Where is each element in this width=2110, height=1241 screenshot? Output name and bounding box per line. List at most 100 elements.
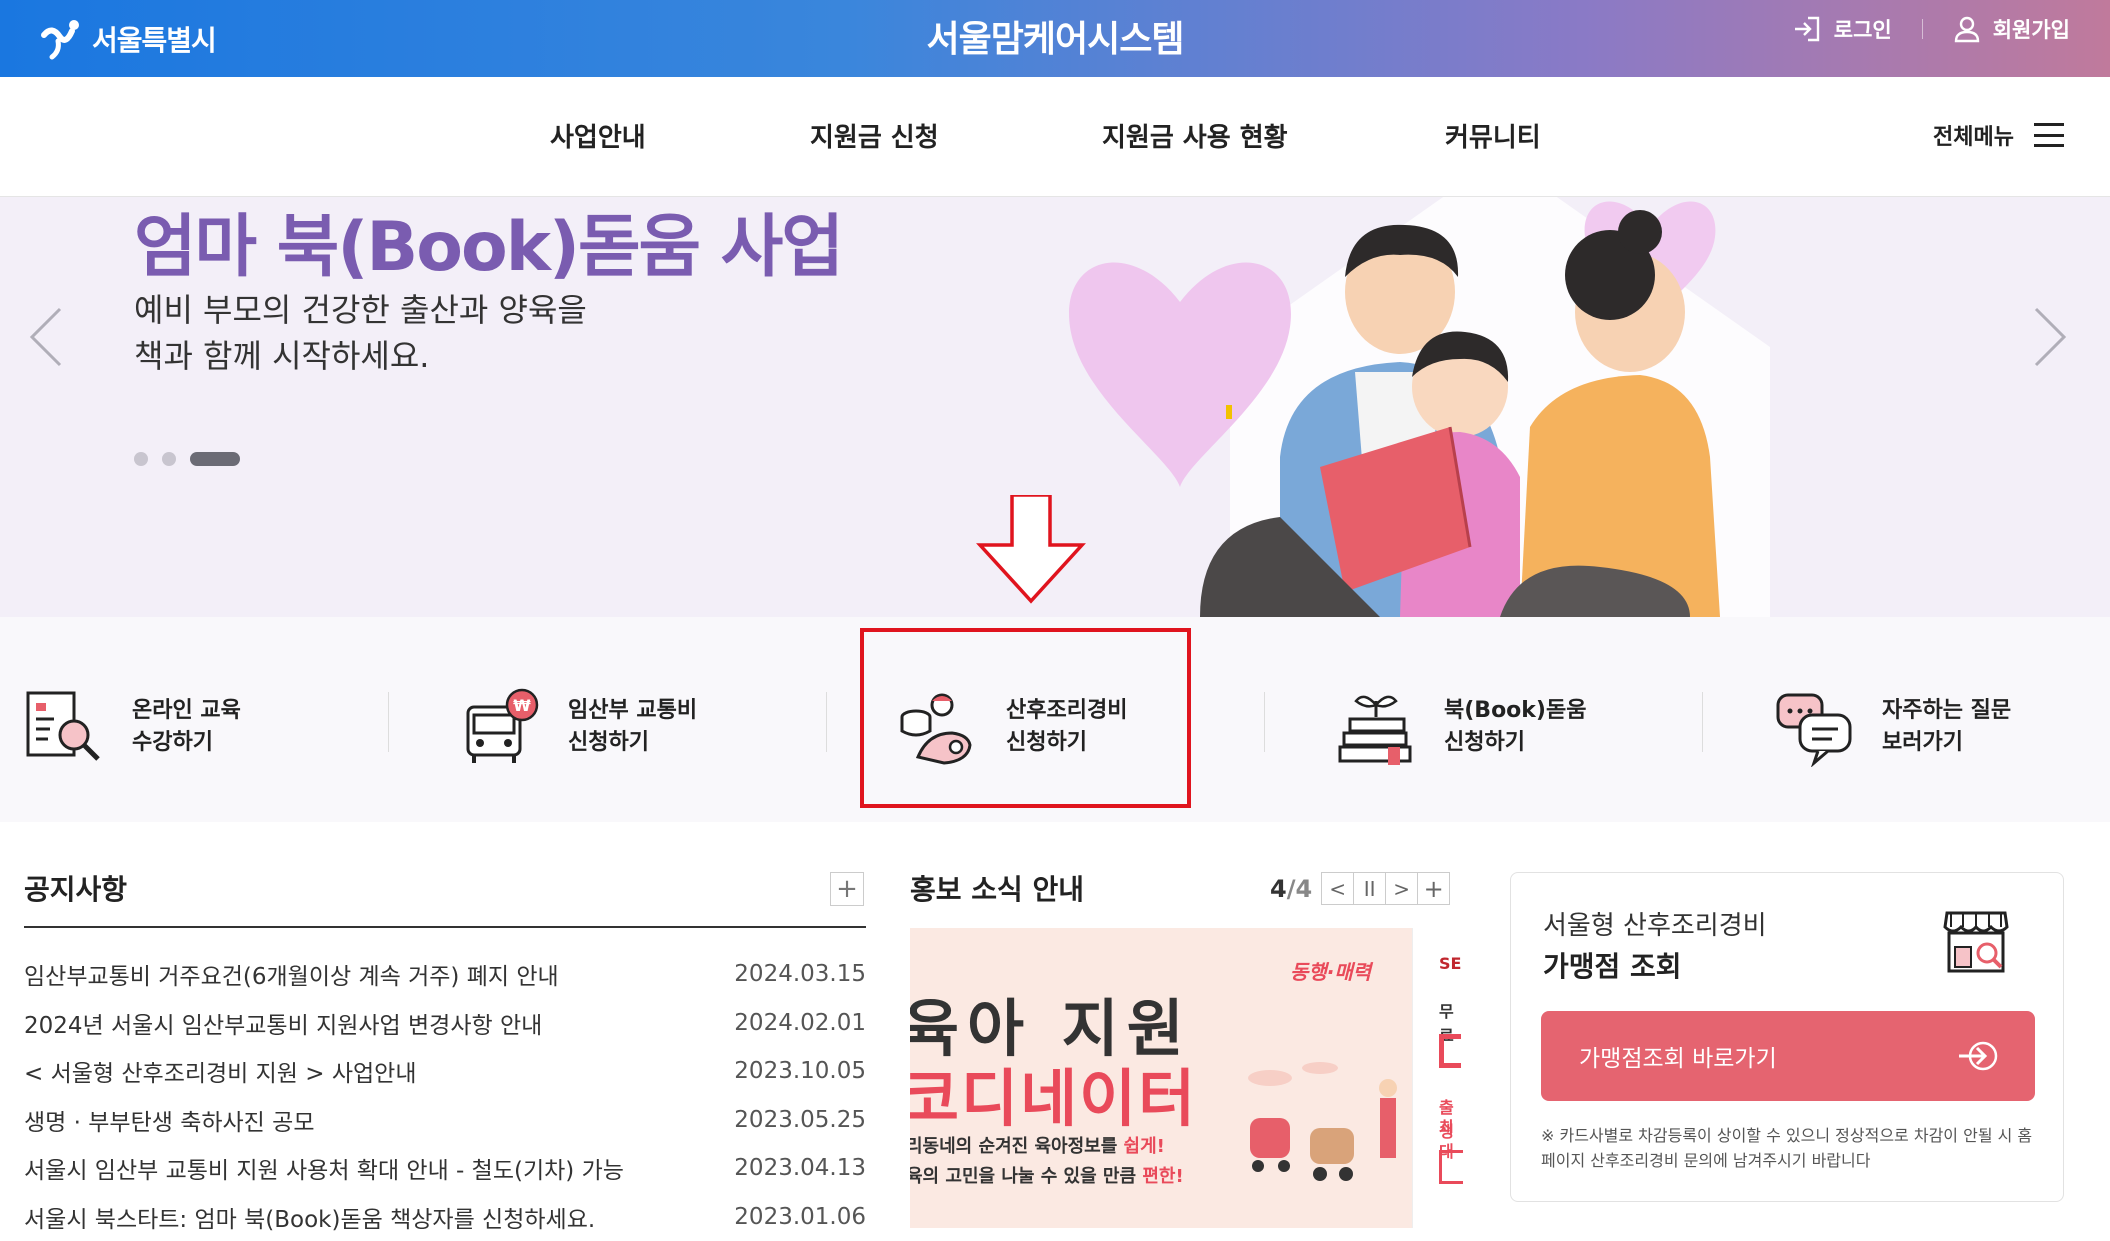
notice-more-button[interactable]: + xyxy=(830,872,864,906)
slide-dot-active[interactable] xyxy=(190,452,240,466)
main-nav: 사업안내 지원금 신청 지원금 사용 현황 커뮤니티 전체메뉴 xyxy=(0,77,2110,197)
notice-row-date: 2023.01.06 xyxy=(734,1204,866,1230)
quick-link-book-support[interactable]: 북(Book)돋움 신청하기 xyxy=(1336,677,1586,777)
slide-next-icon[interactable] xyxy=(2020,297,2080,377)
online-education-icon xyxy=(24,687,104,767)
store-lookup-button-label: 가맹점조회 바로가기 xyxy=(1579,1039,1777,1073)
auth-links: 로그인 회원가입 xyxy=(1792,14,2070,44)
auth-divider xyxy=(1922,19,1923,39)
quick-link-label: 임산부 교통비 신청하기 xyxy=(568,695,697,759)
promo-side-box xyxy=(1439,1150,1463,1184)
promo-current: 4 xyxy=(1270,875,1287,903)
store-search-icon xyxy=(1941,909,2011,975)
divider xyxy=(388,692,389,752)
slide-indicators xyxy=(134,452,240,466)
hero-subtitle-line2: 책과 함께 시작하세요. xyxy=(134,333,587,379)
slide-dot[interactable] xyxy=(134,452,148,466)
store-lookup-title2: 가맹점 조회 xyxy=(1543,945,1682,985)
notice-row-title: 생명 · 부부탄생 축하사진 공모 xyxy=(24,1103,314,1137)
slide-dot[interactable] xyxy=(162,452,176,466)
notice-row-title: < 서울형 산후조리경비 지원 > 사업안내 xyxy=(24,1054,417,1088)
notice-row-date: 2023.05.25 xyxy=(734,1107,866,1133)
faq-chat-icon xyxy=(1774,687,1854,767)
promo-banner-text2b: 편한! xyxy=(1142,1166,1183,1187)
top-bar: 서울특별시 서울맘케어시스템 로그인 회원가입 xyxy=(0,0,2110,77)
signup-label: 회원가입 xyxy=(1993,14,2070,44)
notice-section: 공지사항 xyxy=(24,868,866,908)
quick-link-faq[interactable]: 자주하는 질문 보러가기 xyxy=(1774,677,2011,777)
stroller-illustration xyxy=(1230,1048,1430,1198)
quick-link-bus-fare[interactable]: ₩ 임산부 교통비 신청하기 xyxy=(460,677,697,777)
promo-side-mark xyxy=(1439,1034,1461,1068)
all-menu-button[interactable]: 전체메뉴 xyxy=(1933,119,2064,151)
notice-divider xyxy=(24,926,866,928)
quick-link-line1: 온라인 교육 xyxy=(132,695,241,727)
promo-side-strip: SE 무료 출생 최대 xyxy=(1412,928,1464,1228)
notice-row[interactable]: 2024년 서울시 임산부교통비 지원사업 변경사항 안내 2024.02.01 xyxy=(24,999,866,1048)
arrow-right-icon xyxy=(1957,1039,1999,1073)
store-lookup-button[interactable]: 가맹점조회 바로가기 xyxy=(1541,1011,2035,1101)
notice-row-date: 2023.10.05 xyxy=(734,1058,866,1084)
notice-row[interactable]: < 서울형 산후조리경비 지원 > 사업안내 2023.10.05 xyxy=(24,1047,866,1096)
notice-row-title: 임산부교통비 거주요건(6개월이상 계속 거주) 폐지 안내 xyxy=(24,957,559,991)
promo-pause-button[interactable]: II xyxy=(1353,872,1386,905)
down-arrow-icon xyxy=(976,495,1086,605)
login-label: 로그인 xyxy=(1834,14,1892,44)
store-lookup-box: 서울형 산후조리경비 가맹점 조회 가맹점조회 바로가기 ※ 카드사별로 차감등… xyxy=(1510,872,2064,1202)
notice-title: 공지사항 xyxy=(24,868,866,908)
nav-item-subsidy-usage[interactable]: 지원금 사용 현황 xyxy=(1102,117,1288,154)
promo-brand-logo: 동행·매력 xyxy=(1290,956,1371,985)
login-link[interactable]: 로그인 xyxy=(1792,14,1892,44)
quick-link-line2: 수강하기 xyxy=(132,727,241,759)
hamburger-icon xyxy=(2034,123,2064,147)
quick-link-online-education[interactable]: 온라인 교육 수강하기 xyxy=(24,677,241,777)
signup-link[interactable]: 회원가입 xyxy=(1953,14,2070,44)
notice-row-date: 2023.04.13 xyxy=(734,1155,866,1181)
promo-banner-title2: 코디네이터 xyxy=(910,1048,1197,1138)
notice-row[interactable]: 서울시 북스타트: 엄마 북(Book)돋움 책상자를 신청하세요. 2023.0… xyxy=(24,1193,866,1241)
highlight-box xyxy=(860,628,1191,808)
notice-row-title: 2024년 서울시 임산부교통비 지원사업 변경사항 안내 xyxy=(24,1006,542,1040)
promo-next-button[interactable]: > xyxy=(1385,872,1418,905)
promo-counter: 4/4 xyxy=(1270,875,1312,903)
slide-prev-icon[interactable] xyxy=(16,297,76,377)
quick-link-line1: 임산부 교통비 xyxy=(568,695,697,727)
divider xyxy=(1702,692,1703,752)
user-icon xyxy=(1953,15,1981,43)
login-icon xyxy=(1792,15,1822,43)
notice-list: 임산부교통비 거주요건(6개월이상 계속 거주) 폐지 안내 2024.03.15… xyxy=(24,950,866,1241)
notice-row-date: 2024.03.15 xyxy=(734,961,866,987)
quick-link-line2: 신청하기 xyxy=(568,727,697,759)
store-lookup-title1: 서울형 산후조리경비 xyxy=(1543,905,1767,942)
nav-item-subsidy-apply[interactable]: 지원금 신청 xyxy=(810,117,939,154)
promo-banner-text1b: 쉽게! xyxy=(1124,1136,1165,1157)
hero-banner: 엄마 북(Book)돋움 사업 예비 부모의 건강한 출산과 양육을 책과 함께… xyxy=(0,197,2110,617)
notice-row[interactable]: 생명 · 부부탄생 축하사진 공모 2023.05.25 xyxy=(24,1096,866,1145)
notice-row-title: 서울시 임산부 교통비 지원 사용처 확대 안내 - 철도(기차) 가능 xyxy=(24,1151,624,1185)
hero-title: 엄마 북(Book)돋움 사업 xyxy=(134,197,842,290)
promo-pager: 4/4 < II > + xyxy=(1270,872,1450,905)
nav-item-business-info[interactable]: 사업안내 xyxy=(550,117,646,154)
all-menu-label: 전체메뉴 xyxy=(1933,119,2014,151)
notice-row-date: 2024.02.01 xyxy=(734,1010,866,1036)
promo-banner[interactable]: 동행·매력 육아 지원 코디네이터 리동네의 순겨진 육아정보를 쉽게! 육의 … xyxy=(910,928,1464,1228)
promo-prev-button[interactable]: < xyxy=(1321,872,1354,905)
quick-link-line1: 자주하는 질문 xyxy=(1882,695,2011,727)
promo-more-button[interactable]: + xyxy=(1417,872,1450,905)
quick-link-label: 온라인 교육 수강하기 xyxy=(132,695,241,759)
quick-link-line2: 신청하기 xyxy=(1444,727,1586,759)
hero-subtitle-line1: 예비 부모의 건강한 출산과 양육을 xyxy=(134,287,587,333)
quick-link-label: 자주하는 질문 보러가기 xyxy=(1882,695,2011,759)
promo-total: /4 xyxy=(1287,875,1312,903)
notice-row-title: 서울시 북스타트: 엄마 북(Book)돋움 책상자를 신청하세요. xyxy=(24,1200,595,1234)
promo-banner-text1: 리동네의 순겨진 육아정보를 쉽게! xyxy=(910,1132,1165,1158)
divider xyxy=(1264,692,1265,752)
notice-row[interactable]: 서울시 임산부 교통비 지원 사용처 확대 안내 - 철도(기차) 가능 2023… xyxy=(24,1144,866,1193)
promo-banner-text1a: 리동네의 순겨진 육아정보를 xyxy=(910,1136,1124,1157)
store-lookup-note: ※ 카드사별로 차감등록이 상이할 수 있으니 정상적으로 차감이 안될 시 홈… xyxy=(1541,1123,2041,1173)
quick-link-line1: 북(Book)돋움 xyxy=(1444,695,1586,727)
divider xyxy=(826,692,827,752)
nav-item-community[interactable]: 커뮤니티 xyxy=(1445,117,1541,154)
notice-row[interactable]: 임산부교통비 거주요건(6개월이상 계속 거주) 폐지 안내 2024.03.15 xyxy=(24,950,866,999)
quick-link-line2: 보러가기 xyxy=(1882,727,2011,759)
